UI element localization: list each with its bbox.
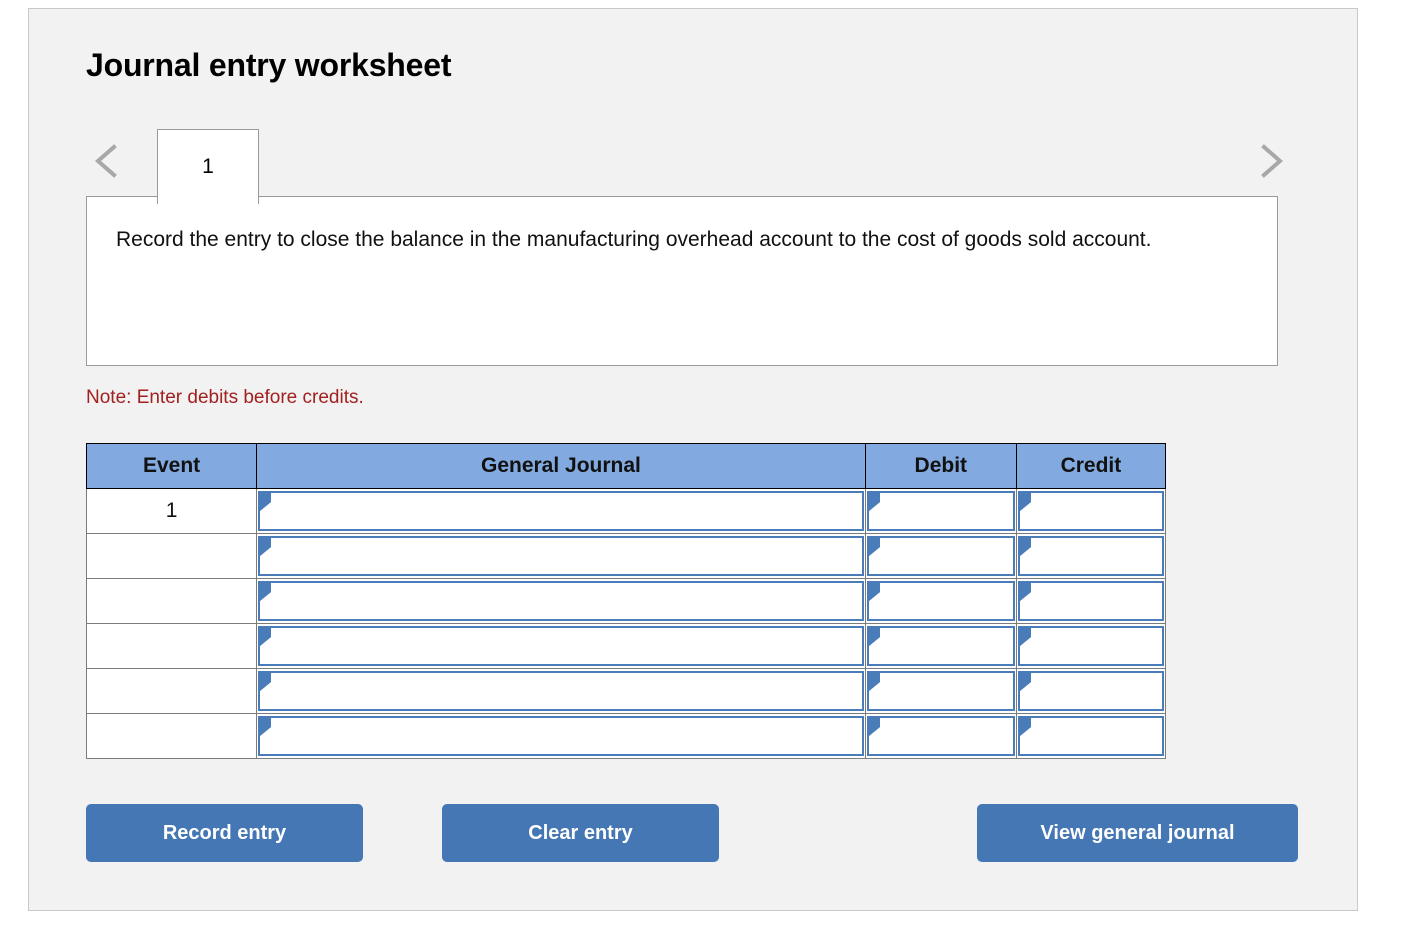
credit-input[interactable] [1017, 626, 1164, 666]
account-dropdown[interactable] [258, 671, 864, 711]
debits-before-credits-note: Note: Enter debits before credits. [86, 387, 364, 408]
debit-cell[interactable] [864, 578, 1017, 624]
debit-cell[interactable] [864, 488, 1017, 534]
journal-entry-worksheet-panel: Journal entry worksheet 1 Record the ent… [28, 8, 1358, 911]
column-header-event: Event [85, 443, 258, 489]
event-number-cell [85, 533, 258, 579]
event-number-cell [85, 623, 258, 669]
event-number-cell [85, 713, 258, 759]
credit-input[interactable] [1017, 536, 1164, 576]
table-row [85, 578, 1167, 624]
general-journal-cell[interactable] [256, 578, 866, 624]
general-journal-cell[interactable] [256, 488, 866, 534]
credit-cell[interactable] [1015, 668, 1167, 714]
event-number-cell: 1 [85, 488, 258, 534]
account-dropdown[interactable] [258, 581, 864, 621]
debit-input[interactable] [866, 671, 1015, 711]
dropdown-flag-icon [260, 628, 272, 646]
dropdown-flag-icon [1019, 538, 1031, 556]
debit-cell[interactable] [864, 713, 1017, 759]
column-header-credit: Credit [1015, 443, 1167, 489]
general-journal-cell[interactable] [256, 623, 866, 669]
page-title: Journal entry worksheet [86, 47, 452, 83]
chevron-right-icon [1251, 137, 1291, 185]
dropdown-flag-icon [868, 583, 880, 601]
column-header-debit: Debit [864, 443, 1017, 489]
account-dropdown[interactable] [258, 536, 864, 576]
debit-input[interactable] [866, 626, 1015, 666]
chevron-left-icon [87, 137, 127, 185]
account-dropdown[interactable] [258, 716, 864, 756]
event-number-cell [85, 578, 258, 624]
general-journal-cell[interactable] [256, 668, 866, 714]
dropdown-flag-icon [1019, 493, 1031, 511]
next-entry-button[interactable] [1251, 137, 1291, 185]
debit-input[interactable] [866, 491, 1015, 531]
dropdown-flag-icon [868, 628, 880, 646]
dropdown-flag-icon [868, 673, 880, 691]
dropdown-flag-icon [260, 673, 272, 691]
event-number-cell [85, 668, 258, 714]
journal-entry-table: Event General Journal Debit Credit 1 [85, 443, 1167, 759]
debit-cell[interactable] [864, 623, 1017, 669]
account-dropdown[interactable] [258, 491, 864, 531]
dropdown-flag-icon [260, 538, 272, 556]
dropdown-flag-icon [1019, 673, 1031, 691]
credit-cell[interactable] [1015, 533, 1167, 579]
debit-cell[interactable] [864, 533, 1017, 579]
view-general-journal-button[interactable]: View general journal [977, 804, 1298, 862]
tab-label: 1 [202, 155, 214, 178]
column-header-general-journal: General Journal [256, 443, 866, 489]
table-row [85, 533, 1167, 579]
dropdown-flag-icon [260, 493, 272, 511]
table-row [85, 713, 1167, 759]
dropdown-flag-icon [260, 718, 272, 736]
account-dropdown[interactable] [258, 626, 864, 666]
credit-input[interactable] [1017, 671, 1164, 711]
credit-cell[interactable] [1015, 488, 1167, 534]
general-journal-cell[interactable] [256, 713, 866, 759]
credit-input[interactable] [1017, 491, 1164, 531]
dropdown-flag-icon [1019, 583, 1031, 601]
record-entry-button[interactable]: Record entry [86, 804, 363, 862]
dropdown-flag-icon [1019, 628, 1031, 646]
dropdown-flag-icon [868, 538, 880, 556]
entry-description-box: Record the entry to close the balance in… [86, 196, 1278, 366]
debit-input[interactable] [866, 536, 1015, 576]
dropdown-flag-icon [1019, 718, 1031, 736]
credit-input[interactable] [1017, 581, 1164, 621]
table-row: 1 [85, 488, 1167, 534]
credit-cell[interactable] [1015, 623, 1167, 669]
clear-entry-button[interactable]: Clear entry [442, 804, 719, 862]
debit-input[interactable] [866, 716, 1015, 756]
table-row [85, 623, 1167, 669]
prev-entry-button[interactable] [87, 137, 127, 185]
debit-cell[interactable] [864, 668, 1017, 714]
tab-entry-1[interactable]: 1 [157, 129, 259, 204]
dropdown-flag-icon [868, 718, 880, 736]
credit-cell[interactable] [1015, 713, 1167, 759]
credit-cell[interactable] [1015, 578, 1167, 624]
credit-input[interactable] [1017, 716, 1164, 756]
dropdown-flag-icon [260, 583, 272, 601]
table-row [85, 668, 1167, 714]
tab-strip: 1 [29, 119, 1359, 204]
debit-input[interactable] [866, 581, 1015, 621]
entry-description-text: Record the entry to close the balance in… [116, 228, 1152, 251]
table-header-row: Event General Journal Debit Credit [85, 443, 1167, 489]
dropdown-flag-icon [868, 493, 880, 511]
general-journal-cell[interactable] [256, 533, 866, 579]
